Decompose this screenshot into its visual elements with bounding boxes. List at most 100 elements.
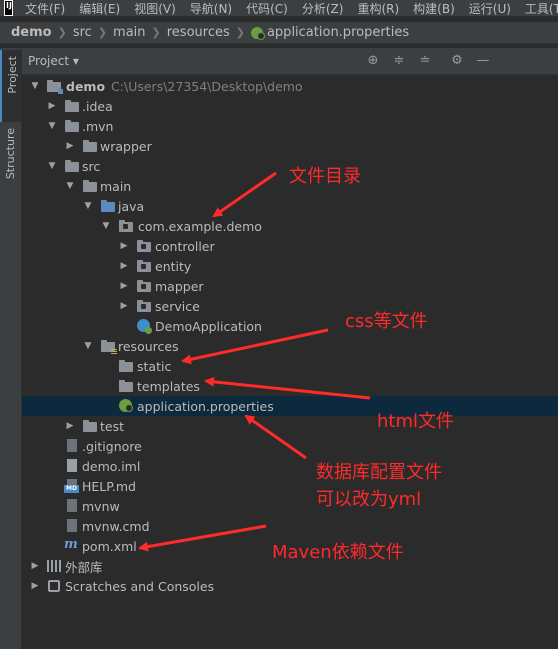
folder-icon (64, 119, 80, 133)
tree-row-mvnw[interactable]: mvnw (22, 496, 558, 516)
project-tool-header: Project ▾ ⊕ ≑ ≐ ⚙ — (22, 48, 558, 75)
menu-tools[interactable]: 工具(T) (525, 0, 558, 16)
tree-row-wrapper[interactable]: ▶ wrapper (22, 136, 558, 156)
tree-row-idea[interactable]: ▶ .idea (22, 96, 558, 116)
menu-refactor[interactable]: 重构(R) (357, 0, 399, 16)
crumb-main[interactable]: main (113, 25, 145, 40)
chevron-right-icon: ❯ (151, 26, 161, 39)
tree-label-mvnw-cmd: mvnw.cmd (82, 518, 150, 534)
chevron-down-icon[interactable]: ▼ (83, 201, 93, 211)
menu-code[interactable]: 代码(C) (246, 0, 288, 16)
tree-row-scratches[interactable]: ▶ Scratches and Consoles (22, 576, 558, 596)
expand-all-icon[interactable]: ≑ (392, 54, 406, 68)
tree-label-help-md: HELP.md (82, 478, 136, 494)
tree-row-java[interactable]: ▼ java (22, 196, 558, 216)
tree-row-mvn[interactable]: ▼ .mvn (22, 116, 558, 136)
tree-label-demo-application: DemoApplication (155, 318, 262, 334)
chevron-right-icon[interactable]: ▶ (65, 141, 75, 151)
module-folder-icon (46, 79, 63, 94)
tree-row-pom[interactable]: m pom.xml (22, 536, 558, 556)
tree-label-entity: entity (155, 258, 192, 274)
tree-row-entity[interactable]: ▶ entity (22, 256, 558, 276)
tree-row-resources[interactable]: ▼ resources (22, 336, 558, 356)
tree-row-package[interactable]: ▼ com.example.demo (22, 216, 558, 236)
menu-analyze[interactable]: 分析(Z) (302, 0, 344, 16)
tree-row-templates[interactable]: templates (22, 376, 558, 396)
module-path: C:\Users\27354\Desktop\demo (111, 78, 303, 94)
tree-label-mapper: mapper (155, 278, 204, 294)
spring-properties-icon (118, 399, 134, 413)
tree-label-idea: .idea (82, 98, 113, 114)
tree-label-java: java (118, 198, 145, 214)
menu-build[interactable]: 构建(B) (413, 0, 455, 16)
folder-icon (118, 359, 134, 373)
tree-row-gitignore[interactable]: .gitignore (22, 436, 558, 456)
chevron-right-icon[interactable]: ▶ (119, 241, 129, 251)
chevron-down-icon[interactable]: ▼ (83, 341, 93, 351)
chevron-right-icon[interactable]: ▶ (65, 421, 75, 431)
menu-edit[interactable]: 编辑(E) (79, 0, 120, 16)
resources-folder-icon (100, 339, 117, 354)
tree-row-mvnw-cmd[interactable]: mvnw.cmd (22, 516, 558, 536)
tab-structure[interactable]: Structure (0, 126, 22, 200)
chevron-right-icon[interactable]: ▶ (30, 581, 40, 591)
tree-row-application-properties[interactable]: application.properties (22, 396, 558, 416)
tree-row-src[interactable]: ▼ src (22, 156, 558, 176)
menu-view[interactable]: 视图(V) (134, 0, 176, 16)
tree-label-controller: controller (155, 238, 215, 254)
tree-row-controller[interactable]: ▶ controller (22, 236, 558, 256)
tree-label-demo-iml: demo.iml (82, 458, 141, 474)
tree-label-external-libraries: 外部库 (65, 559, 103, 575)
chevron-right-icon[interactable]: ▶ (119, 261, 129, 271)
chevron-down-icon[interactable]: ▼ (101, 221, 111, 231)
menu-run[interactable]: 运行(U) (469, 0, 511, 16)
tree-label-test: test (100, 418, 125, 434)
folder-icon (82, 179, 98, 193)
chevron-right-icon[interactable]: ▶ (30, 561, 40, 571)
locate-target-icon[interactable]: ⊕ (366, 54, 380, 68)
tree-row-service[interactable]: ▶ service (22, 296, 558, 316)
gear-icon[interactable]: ⚙ (450, 54, 464, 68)
tree-label-gitignore: .gitignore (82, 438, 142, 454)
hide-minimize-icon[interactable]: — (476, 54, 490, 68)
collapse-all-icon[interactable]: ≐ (418, 54, 432, 68)
left-tool-strip: Project Structure (0, 48, 22, 649)
tree-label-mvn: .mvn (82, 118, 114, 134)
project-view-selector[interactable]: Project ▾ (28, 54, 79, 68)
crumb-src[interactable]: src (73, 25, 92, 40)
folder-icon (82, 139, 98, 153)
chevron-right-icon[interactable]: ▶ (119, 281, 129, 291)
tab-project[interactable]: Project (0, 50, 22, 122)
tab-structure-label: Structure (4, 128, 17, 180)
markdown-file-icon: MD (64, 479, 80, 493)
tab-project-label: Project (6, 56, 19, 94)
chevron-right-icon[interactable]: ▶ (47, 101, 57, 111)
chevron-down-icon[interactable]: ▼ (65, 181, 75, 191)
tree-row-static[interactable]: static (22, 356, 558, 376)
menu-bar: IJ 文件(F) 编辑(E) 视图(V) 导航(N) 代码(C) 分析(Z) 重… (0, 0, 558, 16)
tree-label-src: src (82, 158, 101, 174)
menu-file[interactable]: 文件(F) (25, 0, 65, 16)
tree-row-main[interactable]: ▼ main (22, 176, 558, 196)
tree-label-static: static (137, 358, 172, 374)
chevron-down-icon[interactable]: ▼ (30, 81, 40, 91)
tree-row-demo[interactable]: ▼ demo C:\Users\27354\Desktop\demo (22, 76, 558, 96)
chevron-down-icon[interactable]: ▼ (47, 161, 57, 171)
folder-icon (64, 99, 80, 113)
tree-row-external-libraries[interactable]: ▶ 外部库 (22, 556, 558, 576)
tree-row-help-md[interactable]: MD HELP.md (22, 476, 558, 496)
tree-label-package: com.example.demo (138, 218, 262, 234)
chevron-right-icon[interactable]: ▶ (119, 301, 129, 311)
tree-label-scratches: Scratches and Consoles (65, 578, 215, 594)
crumb-demo[interactable]: demo (11, 25, 52, 40)
tree-row-mapper[interactable]: ▶ mapper (22, 276, 558, 296)
chevron-down-icon[interactable]: ▼ (47, 121, 57, 131)
tree-row-demo-application[interactable]: DemoApplication (22, 316, 558, 336)
tree-row-demo-iml[interactable]: demo.iml (22, 456, 558, 476)
crumb-application-properties[interactable]: application.properties (267, 25, 409, 40)
crumb-resources[interactable]: resources (167, 25, 230, 40)
menu-navigate[interactable]: 导航(N) (190, 0, 232, 16)
tree-row-test[interactable]: ▶ test (22, 416, 558, 436)
spring-boot-class-icon (136, 319, 152, 334)
package-icon (136, 299, 152, 313)
